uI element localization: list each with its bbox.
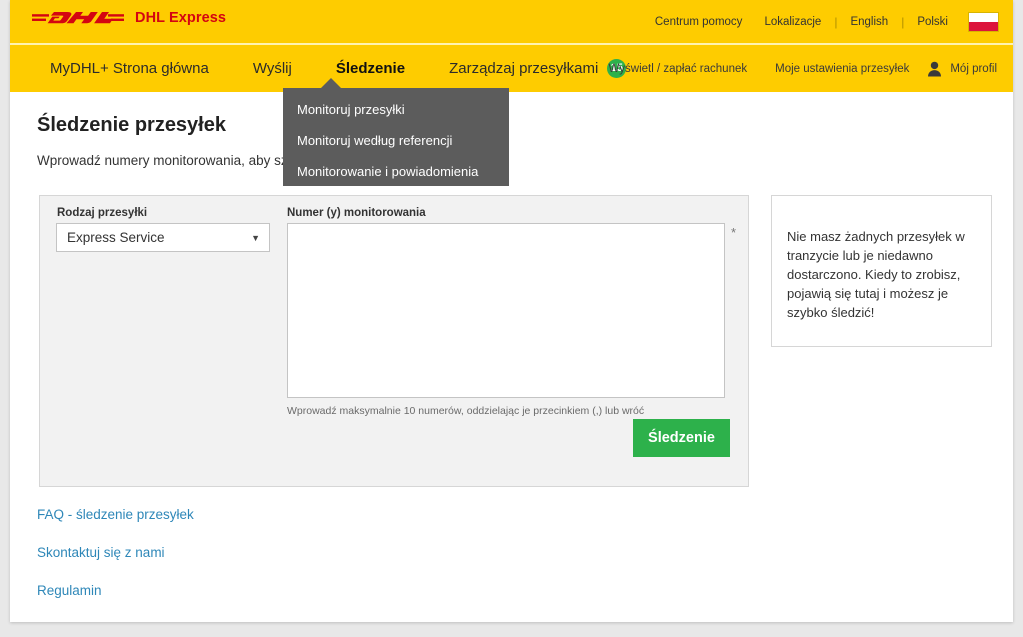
tracking-input-hint: Wprowadź maksymalnie 10 numerów, oddziel… [287,405,645,417]
dropdown-item-track-shipments[interactable]: Monitoruj przesyłki [283,94,509,125]
utility-separator-2: | [901,14,905,29]
tracking-numbers-input[interactable] [287,223,725,398]
dhl-logo-icon [32,12,124,24]
no-shipments-message: Nie masz żadnych przesyłek w tranzycie l… [787,229,965,320]
required-marker: * [731,225,737,240]
dropdown-item-tracking-notifications[interactable]: Monitorowanie i powiadomienia [283,156,509,187]
tracking-dropdown-menu: Monitoruj przesyłki Monitoruj według ref… [283,88,509,186]
utility-link-english[interactable]: English [839,16,899,28]
footer-links: FAQ - śledzenie przesyłek Skontaktuj się… [37,507,194,621]
nav-link-shipment-settings[interactable]: Moje ustawienia przesyłek [761,63,923,75]
nav-item-manage-shipments-label: Zarządzaj przesyłkami [449,60,599,77]
dropdown-item-track-by-reference[interactable]: Monitoruj według referencji [283,125,509,156]
utility-link-polski[interactable]: Polski [906,16,959,28]
footer-link-faq[interactable]: FAQ - śledzenie przesyłek [37,507,194,522]
nav-right-links: Wyświetl / zapłać rachunek Moje ustawien… [595,45,1001,92]
footer-link-contact[interactable]: Skontaktuj się z nami [37,545,194,560]
utility-links: Centrum pomocy Lokalizacje | English | P… [644,0,999,43]
chevron-down-icon: ▼ [251,232,260,243]
brand-name: DHL Express [135,10,227,26]
main-navigation: MyDHL+ Strona główna Wyślij Śledzenie Za… [10,43,1013,92]
nav-item-ship[interactable]: Wyślij [231,60,314,77]
page-root: DHL Express Centrum pomocy Lokalizacje |… [0,0,1023,637]
shipment-type-value: Express Service [67,230,165,245]
utility-bar: DHL Express Centrum pomocy Lokalizacje |… [10,0,1013,43]
dropdown-caret-icon [320,78,342,89]
page-title: Śledzenie przesyłek [37,114,226,136]
profile-label: Mój profil [950,62,997,75]
utility-link-help-center[interactable]: Centrum pomocy [644,16,754,28]
tracking-numbers-label: Numer (y) monitorowania [287,207,426,219]
nav-item-home[interactable]: MyDHL+ Strona główna [28,60,231,77]
brand-logo[interactable]: DHL Express [32,8,226,28]
nav-item-tracking[interactable]: Śledzenie [314,60,427,77]
person-icon [928,61,942,76]
app-shell: DHL Express Centrum pomocy Lokalizacje |… [10,0,1013,622]
profile-menu[interactable]: Mój profil [923,61,1001,77]
utility-separator-1: | [834,14,838,29]
footer-link-terms[interactable]: Regulamin [37,583,194,598]
tracking-form-panel: Rodzaj przesyłki Express Service ▼ Numer… [39,195,749,487]
track-submit-button[interactable]: Śledzenie [633,419,730,457]
utility-link-locations[interactable]: Lokalizacje [753,16,832,28]
page-content: Śledzenie przesyłek Wprowadź numery moni… [10,92,1013,622]
no-shipments-info-panel: Nie masz żadnych przesyłek w tranzycie l… [771,195,992,347]
shipment-type-select[interactable]: Express Service ▼ [56,223,270,252]
nav-link-view-pay-bill[interactable]: Wyświetl / zapłać rachunek [595,63,762,75]
shipment-type-label: Rodzaj przesyłki [57,207,148,219]
poland-flag-icon [968,11,999,32]
